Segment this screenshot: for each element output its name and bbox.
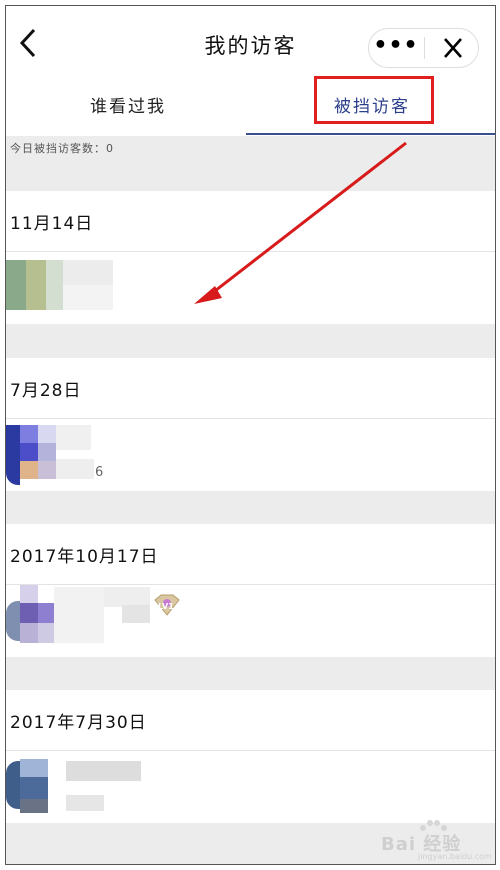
annotation-arrow	[194, 141, 407, 304]
watermark: Bai 经验 jingyan.baidu.com	[381, 816, 492, 861]
watermark-sub: jingyan.baidu.com	[418, 852, 492, 861]
app-frame: 我的访客 ••• 谁看过我 被挡访客 今日被挡访客数：0 11月14日 7月28…	[5, 5, 496, 865]
